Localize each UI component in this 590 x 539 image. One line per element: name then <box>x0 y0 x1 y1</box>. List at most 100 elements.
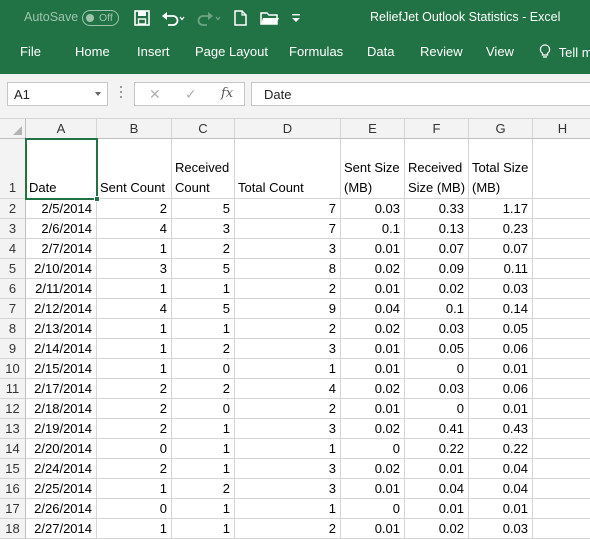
open-button[interactable] <box>259 8 281 28</box>
table-cell[interactable]: 0.03 <box>405 379 469 399</box>
table-cell[interactable]: 2/26/2014 <box>26 499 97 519</box>
table-cell[interactable]: 0.02 <box>405 279 469 299</box>
table-cell[interactable]: 2/13/2014 <box>26 319 97 339</box>
table-cell[interactable]: 1.17 <box>469 199 533 219</box>
table-cell[interactable]: 8 <box>235 259 341 279</box>
table-cell[interactable]: 3 <box>235 479 341 499</box>
table-cell[interactable]: 2 <box>235 279 341 299</box>
table-cell[interactable]: 1 <box>97 359 172 379</box>
table-cell[interactable] <box>533 399 590 419</box>
table-cell[interactable]: 0.1 <box>405 299 469 319</box>
header-cell[interactable]: Received Size (MB) <box>405 139 469 199</box>
row-header[interactable]: 8 <box>0 319 26 339</box>
row-header[interactable]: 11 <box>0 379 26 399</box>
table-cell[interactable]: 0.02 <box>341 319 405 339</box>
tab-page-layout[interactable]: Page Layout <box>195 44 268 59</box>
table-cell[interactable]: 2 <box>97 379 172 399</box>
table-cell[interactable]: 5 <box>172 299 235 319</box>
insert-function-icon[interactable]: fx <box>221 86 233 101</box>
table-cell[interactable]: 2/10/2014 <box>26 259 97 279</box>
table-cell[interactable] <box>533 419 590 439</box>
table-cell[interactable]: 2 <box>97 399 172 419</box>
table-cell[interactable]: 3 <box>235 239 341 259</box>
table-cell[interactable] <box>533 339 590 359</box>
table-cell[interactable]: 9 <box>235 299 341 319</box>
header-cell[interactable]: Date <box>26 139 97 199</box>
table-cell[interactable]: 0 <box>172 399 235 419</box>
table-cell[interactable]: 2/5/2014 <box>26 199 97 219</box>
table-cell[interactable]: 2 <box>97 459 172 479</box>
column-header-h[interactable]: H <box>533 119 590 139</box>
table-cell[interactable] <box>533 439 590 459</box>
table-cell[interactable]: 0 <box>172 359 235 379</box>
table-cell[interactable]: 0.43 <box>469 419 533 439</box>
table-cell[interactable]: 0.03 <box>469 519 533 539</box>
table-cell[interactable]: 0.06 <box>469 339 533 359</box>
row-header[interactable]: 14 <box>0 439 26 459</box>
header-cell[interactable]: Sent Size (MB) <box>341 139 405 199</box>
table-cell[interactable]: 0.03 <box>341 199 405 219</box>
table-cell[interactable]: 0 <box>97 499 172 519</box>
table-cell[interactable]: 1 <box>172 459 235 479</box>
row-header[interactable]: 5 <box>0 259 26 279</box>
table-cell[interactable]: 2 <box>235 399 341 419</box>
table-cell[interactable]: 3 <box>235 459 341 479</box>
table-cell[interactable]: 2/17/2014 <box>26 379 97 399</box>
table-cell[interactable]: 0.02 <box>405 519 469 539</box>
table-cell[interactable]: 1 <box>172 279 235 299</box>
table-cell[interactable] <box>533 299 590 319</box>
enter-icon[interactable]: ✓ <box>185 86 197 103</box>
table-cell[interactable]: 1 <box>97 339 172 359</box>
table-cell[interactable]: 0.33 <box>405 199 469 219</box>
table-cell[interactable]: 1 <box>172 319 235 339</box>
table-cell[interactable]: 1 <box>235 359 341 379</box>
table-cell[interactable]: 0.04 <box>405 479 469 499</box>
table-cell[interactable]: 2/11/2014 <box>26 279 97 299</box>
table-cell[interactable]: 4 <box>97 299 172 319</box>
table-cell[interactable]: 2 <box>172 339 235 359</box>
header-cell[interactable]: Sent Count <box>97 139 172 199</box>
table-cell[interactable]: 0.01 <box>341 399 405 419</box>
table-cell[interactable]: 2/27/2014 <box>26 519 97 539</box>
table-cell[interactable]: 0.07 <box>405 239 469 259</box>
table-cell[interactable]: 3 <box>235 419 341 439</box>
table-cell[interactable]: 0.01 <box>341 479 405 499</box>
table-cell[interactable]: 0.41 <box>405 419 469 439</box>
row-header[interactable]: 6 <box>0 279 26 299</box>
table-cell[interactable]: 0.03 <box>469 279 533 299</box>
table-cell[interactable]: 1 <box>97 279 172 299</box>
table-cell[interactable]: 0.09 <box>405 259 469 279</box>
table-cell[interactable]: 0.01 <box>341 519 405 539</box>
table-cell[interactable]: 0.22 <box>405 439 469 459</box>
table-cell[interactable]: 0.01 <box>341 279 405 299</box>
table-cell[interactable]: 1 <box>172 439 235 459</box>
row-header[interactable]: 9 <box>0 339 26 359</box>
table-cell[interactable]: 0.07 <box>469 239 533 259</box>
table-cell[interactable]: 1 <box>172 499 235 519</box>
table-cell[interactable]: 0.03 <box>405 319 469 339</box>
table-cell[interactable]: 0.06 <box>469 379 533 399</box>
header-cell[interactable]: Total Count <box>235 139 341 199</box>
table-cell[interactable]: 5 <box>172 199 235 219</box>
row-header[interactable]: 15 <box>0 459 26 479</box>
select-all-button[interactable] <box>0 119 26 139</box>
table-cell[interactable]: 3 <box>172 219 235 239</box>
table-cell[interactable] <box>533 359 590 379</box>
table-cell[interactable]: 0.22 <box>469 439 533 459</box>
formula-input[interactable]: Date <box>251 82 590 106</box>
tab-home[interactable]: Home <box>75 44 110 59</box>
table-cell[interactable]: 0.02 <box>341 419 405 439</box>
save-button[interactable] <box>132 8 152 28</box>
table-cell[interactable]: 0.01 <box>405 499 469 519</box>
table-cell[interactable]: 2 <box>172 479 235 499</box>
table-cell[interactable]: 4 <box>97 219 172 239</box>
table-cell[interactable]: 0.02 <box>341 259 405 279</box>
column-header-a[interactable]: A <box>26 119 97 139</box>
tab-review[interactable]: Review <box>420 44 463 59</box>
table-cell[interactable]: 0.01 <box>341 359 405 379</box>
header-cell[interactable]: Received Count <box>172 139 235 199</box>
table-cell[interactable]: 1 <box>235 499 341 519</box>
table-cell[interactable] <box>533 499 590 519</box>
tab-file[interactable]: File <box>20 44 41 59</box>
table-cell[interactable]: 0.01 <box>469 499 533 519</box>
